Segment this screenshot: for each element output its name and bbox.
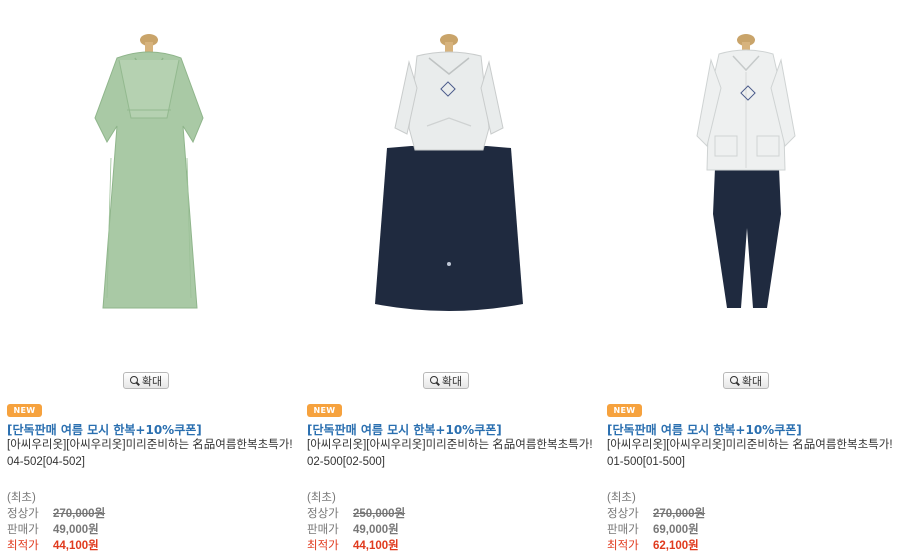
white-navy-hanbok-illustration	[375, 34, 523, 311]
product-image[interactable]	[307, 18, 597, 318]
sale-price-label: 판매가	[307, 524, 339, 536]
price-block: (최초) 정상가 270,000원 판매가 69,000원 최적가 62,100원	[607, 490, 705, 554]
sale-price-label: 판매가	[607, 524, 639, 536]
zoom-button[interactable]: 확대	[123, 372, 169, 389]
regular-price-label: 정상가	[607, 508, 639, 520]
first-price-label: (최초)	[307, 492, 336, 504]
best-price-label: 최적가	[7, 540, 39, 552]
product-description[interactable]: [아씨우리옷][아씨우리옷]미리준비하는 名品여름한복초특가! 01-500[0…	[607, 437, 897, 471]
best-price: 44,100원	[53, 540, 99, 552]
sale-price: 49,000원	[53, 524, 99, 536]
product-card: 확대 NEW [단독판매 여름 모시 한복+10%쿠폰] [아씨우리옷][아씨우…	[607, 0, 903, 559]
price-block: (최초) 정상가 270,000원 판매가 49,000원 최적가 44,100원	[7, 490, 105, 554]
first-price-label: (최초)	[7, 492, 36, 504]
zoom-label: 확대	[741, 374, 763, 388]
sale-price: 49,000원	[353, 524, 399, 536]
product-description[interactable]: [아씨우리옷][아씨우리옷]미리준비하는 名品여름한복초특가! 04-502[0…	[7, 437, 297, 471]
zoom-button[interactable]: 확대	[723, 372, 769, 389]
magnifier-icon	[129, 375, 140, 386]
product-description[interactable]: [아씨우리옷][아씨우리옷]미리준비하는 名品여름한복초특가! 02-500[0…	[307, 437, 597, 471]
zoom-label: 확대	[441, 374, 463, 388]
best-price-label: 최적가	[607, 540, 639, 552]
product-card: 확대 NEW [단독판매 여름 모시 한복+10%쿠폰] [아씨우리옷][아씨우…	[307, 0, 603, 559]
best-price-label: 최적가	[307, 540, 339, 552]
new-badge: NEW	[7, 404, 42, 417]
regular-price: 250,000원	[353, 508, 406, 520]
product-card: 확대 NEW [단독판매 여름 모시 한복+10%쿠폰] [아씨우리옷][아씨우…	[7, 0, 303, 559]
regular-price: 270,000원	[53, 508, 106, 520]
new-badge: NEW	[307, 404, 342, 417]
magnifier-icon	[729, 375, 740, 386]
white-jacket-navy-pants-illustration	[696, 34, 796, 308]
best-price: 62,100원	[653, 540, 699, 552]
regular-price: 270,000원	[653, 508, 706, 520]
zoom-button[interactable]: 확대	[423, 372, 469, 389]
sale-price-label: 판매가	[7, 524, 39, 536]
magnifier-icon	[429, 375, 440, 386]
green-hanbok-dress-illustration	[94, 34, 204, 309]
zoom-label: 확대	[141, 374, 163, 388]
regular-price-label: 정상가	[307, 508, 339, 520]
product-image[interactable]	[607, 18, 897, 318]
product-image[interactable]	[7, 18, 297, 318]
sale-price: 69,000원	[653, 524, 699, 536]
product-title[interactable]: [단독판매 여름 모시 한복+10%쿠폰]	[7, 421, 202, 438]
best-price: 44,100원	[353, 540, 399, 552]
product-title[interactable]: [단독판매 여름 모시 한복+10%쿠폰]	[607, 421, 802, 438]
regular-price-label: 정상가	[7, 508, 39, 520]
price-block: (최초) 정상가 250,000원 판매가 49,000원 최적가 44,100원	[307, 490, 405, 554]
new-badge: NEW	[607, 404, 642, 417]
first-price-label: (최초)	[607, 492, 636, 504]
product-title[interactable]: [단독판매 여름 모시 한복+10%쿠폰]	[307, 421, 502, 438]
